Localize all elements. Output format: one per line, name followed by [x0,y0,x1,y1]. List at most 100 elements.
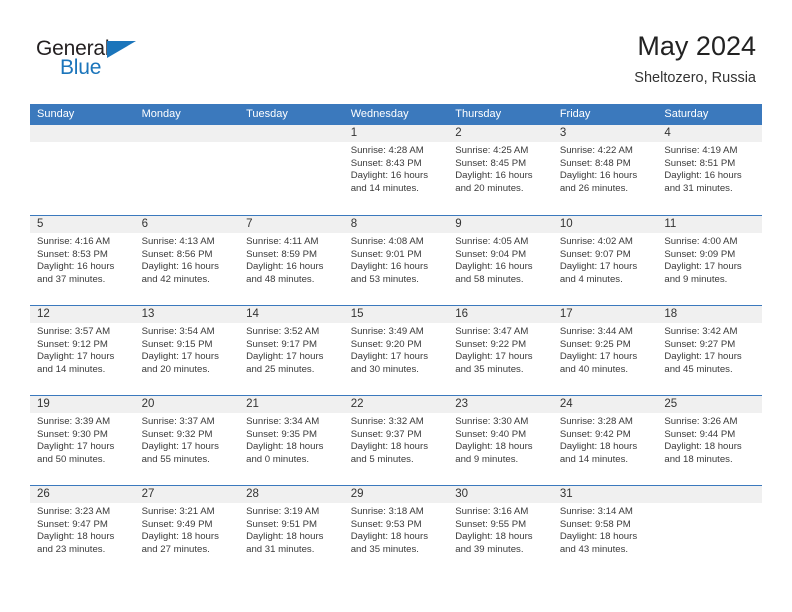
day-number: 9 [455,218,462,230]
day-sun-info: Sunrise: 3:37 AM Sunset: 9:32 PM Daylight:… [135,413,240,466]
calendar-day-cell[interactable]: 25 Sunrise: 3:26 AM Sunset: 9:44 PM Dayligh… [657,396,762,485]
calendar-day-cell[interactable]: 20 Sunrise: 3:37 AM Sunset: 9:32 PM Dayligh… [134,396,240,485]
calendar-day-cell[interactable]: 3 Sunrise: 4:22 AM Sunset: 8:48 PM Daylight… [552,125,658,215]
day-sun-info: Sunrise: 3:26 AM Sunset: 9:44 PM Daylight:… [657,413,762,466]
day-sun-info: Sunrise: 3:47 AM Sunset: 9:22 PM Daylight:… [448,323,553,376]
day-number: 4 [664,127,671,139]
weekday-sunday: Sunday [37,108,75,120]
calendar-day-cell[interactable]: 23 Sunrise: 3:30 AM Sunset: 9:40 PM Dayligh… [448,396,553,485]
day-number: 15 [350,308,364,320]
daylight-duration-line2: and 14 minutes. [350,182,419,194]
daylight-duration-line1: Daylight: 16 hours [246,261,324,273]
day-sun-info: Sunrise: 4:22 AM Sunset: 8:48 PM Daylight:… [553,142,658,195]
sunset-time: Sunset: 9:27 PM [664,338,736,350]
day-number: 31 [559,488,573,500]
calendar-day-cell[interactable]: 27 Sunrise: 3:21 AM Sunset: 9:49 PM Dayligh… [134,486,240,575]
calendar-day-cell[interactable]: 4 Sunrise: 4:19 AM Sunset: 8:51 PM Daylight… [657,125,762,215]
calendar-day-cell[interactable]: 1 Sunrise: 4:28 AM Sunset: 8:43 PM Daylight… [343,125,449,215]
sunset-time: Sunset: 9:44 PM [664,428,736,440]
sunrise-time: Sunrise: 4:05 AM [455,236,529,247]
day-sun-info: Sunrise: 4:02 AM Sunset: 9:07 PM Daylight:… [553,233,658,286]
calendar-week-row: 26 Sunrise: 3:23 AM Sunset: 9:47 PM Dayligh… [30,485,762,575]
daylight-duration-line1: Daylight: 18 hours [559,531,638,543]
calendar-day-cell[interactable]: 13 Sunrise: 3:54 AM Sunset: 9:15 PM Dayligh… [134,306,240,395]
calendar-day-cell[interactable]: 2 Sunrise: 4:25 AM Sunset: 8:45 PM Daylight… [448,125,553,215]
sunset-time: Sunset: 8:53 PM [37,248,108,260]
calendar-day-cell[interactable]: 21 Sunrise: 3:34 AM Sunset: 9:35 PM Dayligh… [239,396,344,485]
weekday-thursday: Thursday [455,108,502,120]
daylight-duration-line1: Daylight: 16 hours [559,170,638,182]
sunset-time: Sunset: 8:43 PM [350,157,422,169]
day-number: 25 [664,398,678,410]
day-number-band [657,486,762,503]
calendar-day-cell[interactable]: 14 Sunrise: 3:52 AM Sunset: 9:17 PM Dayligh… [239,306,344,395]
calendar-day-cell[interactable]: 5 Sunrise: 4:16 AM Sunset: 8:53 PM Daylight… [30,216,135,305]
day-number: 17 [559,308,573,320]
day-number-band [239,125,344,142]
day-number-band [448,216,553,233]
calendar-day-cell[interactable]: 17 Sunrise: 3:44 AM Sunset: 9:25 PM Dayligh… [552,306,658,395]
calendar-day-cell[interactable]: 24 Sunrise: 3:28 AM Sunset: 9:42 PM Dayligh… [552,396,658,485]
calendar-day-cell[interactable]: 16 Sunrise: 3:47 AM Sunset: 9:22 PM Dayligh… [448,306,553,395]
calendar-day-cell[interactable]: 26 Sunrise: 3:23 AM Sunset: 9:47 PM Dayligh… [30,486,135,575]
daylight-duration-line2: and 35 minutes. [455,363,524,375]
calendar-day-cell[interactable]: 22 Sunrise: 3:32 AM Sunset: 9:37 PM Dayligh… [343,396,449,485]
weekday-monday: Monday [141,108,181,120]
sunset-time: Sunset: 9:35 PM [246,428,318,440]
calendar-day-cell[interactable]: 19 Sunrise: 3:39 AM Sunset: 9:30 PM Dayligh… [30,396,135,485]
calendar-day-cell[interactable]: 8 Sunrise: 4:08 AM Sunset: 9:01 PM Daylight… [343,216,449,305]
calendar-day-cell[interactable]: 12 Sunrise: 3:57 AM Sunset: 9:12 PM Dayligh… [30,306,135,395]
sunrise-time: Sunrise: 3:47 AM [455,326,529,337]
day-sun-info: Sunrise: 4:00 AM Sunset: 9:09 PM Daylight:… [657,233,762,286]
day-sun-info: Sunrise: 4:19 AM Sunset: 8:51 PM Daylight:… [657,142,762,195]
calendar-day-cell[interactable]: 10 Sunrise: 4:02 AM Sunset: 9:07 PM Dayligh… [552,216,658,305]
sunrise-time: Sunrise: 3:39 AM [37,416,111,427]
sunset-time: Sunset: 9:07 PM [559,248,631,260]
sunrise-time: Sunrise: 4:22 AM [559,145,633,156]
calendar-day-cell[interactable]: 29 Sunrise: 3:18 AM Sunset: 9:53 PM Dayligh… [343,486,449,575]
calendar-day-cell[interactable]: 28 Sunrise: 3:19 AM Sunset: 9:51 PM Dayligh… [239,486,344,575]
daylight-duration-line1: Daylight: 18 hours [455,441,533,453]
daylight-duration-line2: and 25 minutes. [246,363,315,375]
day-number: 8 [350,218,358,230]
daylight-duration-line1: Daylight: 18 hours [350,531,429,543]
calendar-day-cell[interactable]: 30 Sunrise: 3:16 AM Sunset: 9:55 PM Dayligh… [448,486,553,575]
sunset-time: Sunset: 8:48 PM [559,157,631,169]
calendar-week-row: 5 Sunrise: 4:16 AM Sunset: 8:53 PM Daylight… [30,215,762,305]
sunrise-time: Sunrise: 3:34 AM [246,416,320,427]
calendar-day-cell[interactable]: 11 Sunrise: 4:00 AM Sunset: 9:09 PM Dayligh… [657,216,762,305]
calendar-day-cell-empty [134,125,240,215]
calendar-day-cell[interactable]: 9 Sunrise: 4:05 AM Sunset: 9:04 PM Daylight… [448,216,553,305]
sunset-time: Sunset: 9:12 PM [37,338,108,350]
calendar-page: General Blue May 2024 Sheltozero, Russia… [0,0,792,612]
sunset-time: Sunset: 8:45 PM [455,157,527,169]
daylight-duration-line2: and 39 minutes. [455,543,524,555]
sunset-time: Sunset: 9:58 PM [559,518,631,530]
calendar-day-cell[interactable]: 18 Sunrise: 3:42 AM Sunset: 9:27 PM Dayligh… [657,306,762,395]
calendar-week-row: 1 Sunrise: 4:28 AM Sunset: 8:43 PM Daylight… [30,125,762,215]
daylight-duration-line2: and 26 minutes. [559,182,629,194]
calendar-day-cell[interactable]: 6 Sunrise: 4:13 AM Sunset: 8:56 PM Daylight… [134,216,240,305]
general-blue-logo[interactable]: General Blue [36,38,156,86]
day-number-band [552,125,658,142]
daylight-duration-line2: and 5 minutes. [350,453,414,465]
daylight-duration-line1: Daylight: 16 hours [350,170,429,182]
location-label: Sheltozero, Russia [634,70,756,86]
sunset-time: Sunset: 8:51 PM [664,157,736,169]
day-sun-info: Sunrise: 3:54 AM Sunset: 9:15 PM Daylight:… [135,323,240,376]
day-number: 3 [559,127,567,139]
logo-text-blue: Blue [60,56,102,79]
sunset-time: Sunset: 9:01 PM [350,248,422,260]
day-number-band [448,125,553,142]
sunset-time: Sunset: 9:51 PM [246,518,318,530]
daylight-duration-line1: Daylight: 18 hours [141,531,219,543]
calendar-day-cell[interactable]: 15 Sunrise: 3:49 AM Sunset: 9:20 PM Dayligh… [343,306,449,395]
calendar-day-cell[interactable]: 31 Sunrise: 3:14 AM Sunset: 9:58 PM Dayligh… [552,486,658,575]
calendar-day-cell[interactable]: 7 Sunrise: 4:11 AM Sunset: 8:59 PM Daylight… [239,216,344,305]
daylight-duration-line2: and 23 minutes. [37,543,106,555]
sunrise-time: Sunrise: 3:57 AM [37,326,111,337]
daylight-duration-line2: and 14 minutes. [37,363,106,375]
daylight-duration-line1: Daylight: 18 hours [559,441,638,453]
daylight-duration-line1: Daylight: 17 hours [350,351,429,363]
daylight-duration-line1: Daylight: 16 hours [141,261,219,273]
